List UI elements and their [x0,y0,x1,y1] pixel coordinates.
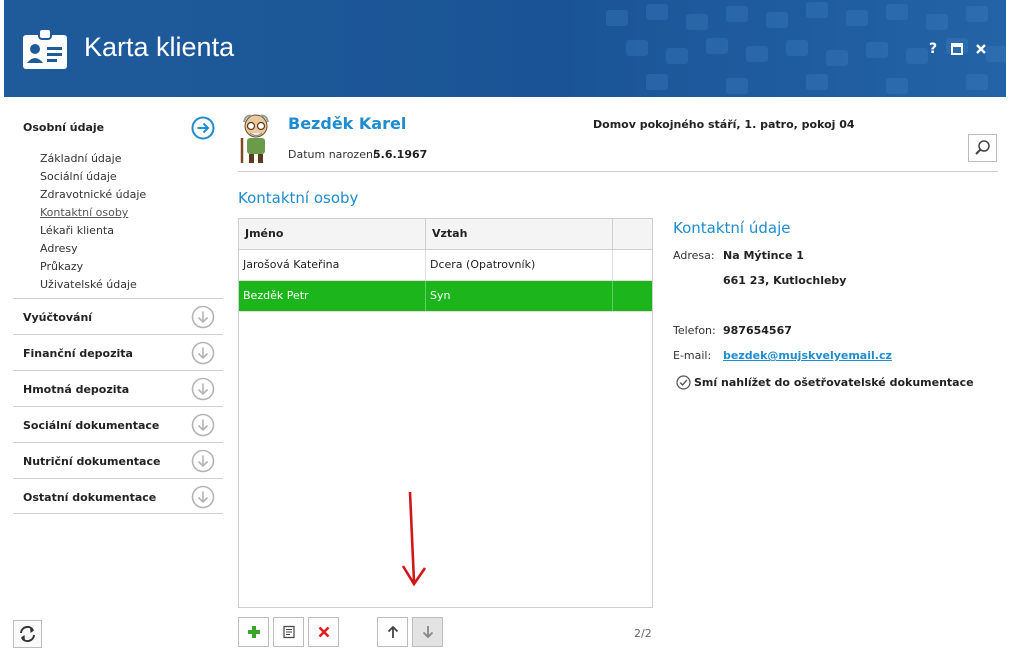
search-button[interactable] [968,134,997,162]
arrow-up-icon [387,625,398,638]
nav-section-label: Osobní údaje [23,121,105,134]
pager: 2/2 [634,627,652,640]
nav-section-label: Ostatní dokumentace [23,491,157,504]
refresh-icon [20,625,35,643]
column-header-relation[interactable]: Vztah [426,219,613,249]
phone-value: 987654567 [723,324,792,337]
table-header: Jméno Vztah [239,219,652,250]
nav-section-financial-deposits[interactable]: Finanční depozita [13,334,223,370]
arrow-down-circle-icon[interactable] [191,485,215,509]
column-header-extra [613,219,652,249]
annotation-arrow-icon [401,491,427,587]
plus-icon [247,626,260,638]
nav-subitem-user[interactable]: Uživatelské údaje [40,276,223,294]
side-nav: Osobní údaje Základní údaje Sociální úda… [13,110,223,514]
nav-section-label: Vyúčtování [23,311,93,324]
nav-subitem-basic[interactable]: Základní údaje [40,150,223,168]
dob-value: 5.6.1967 [373,148,428,161]
table-row-selected[interactable]: Bezděk Petr Syn [239,281,652,312]
help-button[interactable]: ? [924,40,942,58]
elderly-man-avatar-icon [240,114,269,163]
cell-relation: Dcera (Opatrovník) [426,250,613,280]
check-circle-icon [676,375,691,390]
maximize-icon [951,43,963,55]
contacts-title: Kontaktní osoby [238,189,359,207]
window-title: Karta klienta [84,32,235,62]
document-edit-icon [282,625,295,639]
nav-subitem-doctors[interactable]: Lékaři klienta [40,222,223,240]
nav-subitem-medical[interactable]: Zdravotnické údaje [40,186,223,204]
nav-subitem-social[interactable]: Sociální údaje [40,168,223,186]
cell-name: Bezděk Petr [239,281,426,311]
search-icon [975,140,990,155]
nav-subitems: Základní údaje Sociální údaje Zdravotnic… [13,146,223,298]
permission-indicator: Smí nahlížet do ošetřovatelské dokumenta… [676,375,974,390]
header-divider [238,171,998,172]
details-title: Kontaktní údaje [673,219,791,237]
permission-text: Smí nahlížet do ošetřovatelské dokumenta… [694,376,974,389]
nav-section-label: Sociální dokumentace [23,419,160,432]
phone-label: Telefon: [673,324,716,337]
client-card-icon [23,28,67,69]
dob-label: Datum narození: [288,148,380,161]
nav-subitem-ids[interactable]: Průkazy [40,258,223,276]
client-name: Bezděk Karel [288,114,407,133]
nav-section-billing[interactable]: Vyúčtování [13,298,223,334]
close-icon [976,44,986,54]
nav-section-nutrition-docs[interactable]: Nutriční dokumentace [13,442,223,478]
nav-section-label: Finanční depozita [23,347,133,360]
table-row[interactable]: Jarošová Kateřina Dcera (Opatrovník) [239,250,652,281]
address-line2: 661 23, Kutlochleby [723,274,847,287]
arrow-down-circle-icon[interactable] [191,305,215,329]
maximize-button[interactable] [948,40,966,58]
delete-button[interactable] [308,617,339,647]
close-button[interactable] [972,40,990,58]
email-link[interactable]: bezdek@mujskvelyemail.cz [723,349,892,362]
cell-name: Jarošová Kateřina [239,250,426,280]
refresh-button[interactable] [13,620,42,648]
contacts-table: Jméno Vztah Jarošová Kateřina Dcera (Opa… [238,218,653,608]
edit-button[interactable] [273,617,304,647]
nav-subitem-contacts[interactable]: Kontaktní osoby [40,204,223,222]
arrow-right-circle-icon[interactable] [191,116,215,140]
add-button[interactable] [238,617,269,647]
address-label: Adresa: [673,249,715,262]
nav-section-social-docs[interactable]: Sociální dokumentace [13,406,223,442]
delete-x-icon [318,626,329,638]
client-location: Domov pokojného stáří, 1. patro, pokoj 0… [593,118,855,131]
cell-relation: Syn [426,281,613,311]
nav-subitem-addresses[interactable]: Adresy [40,240,223,258]
cell-extra [613,281,652,311]
window-header: Karta klienta ? [4,0,1006,97]
arrow-down-circle-icon[interactable] [191,341,215,365]
nav-section-other-docs[interactable]: Ostatní dokumentace [13,478,223,514]
email-label: E-mail: [673,349,712,362]
nav-section-label: Hmotná depozita [23,383,130,396]
arrow-down-circle-icon[interactable] [191,377,215,401]
header-pattern [606,2,1006,94]
nav-section-personal[interactable]: Osobní údaje [13,110,223,146]
nav-section-material-deposits[interactable]: Hmotná depozita [13,370,223,406]
nav-section-label: Nutriční dokumentace [23,455,161,468]
arrow-down-circle-icon[interactable] [191,449,215,473]
arrow-down-icon [422,626,433,639]
move-up-button[interactable] [377,617,408,647]
move-down-button[interactable] [412,617,443,647]
arrow-down-circle-icon[interactable] [191,413,215,437]
address-line1: Na Mýtince 1 [723,249,804,262]
column-header-name[interactable]: Jméno [239,219,426,249]
cell-extra [613,250,652,280]
